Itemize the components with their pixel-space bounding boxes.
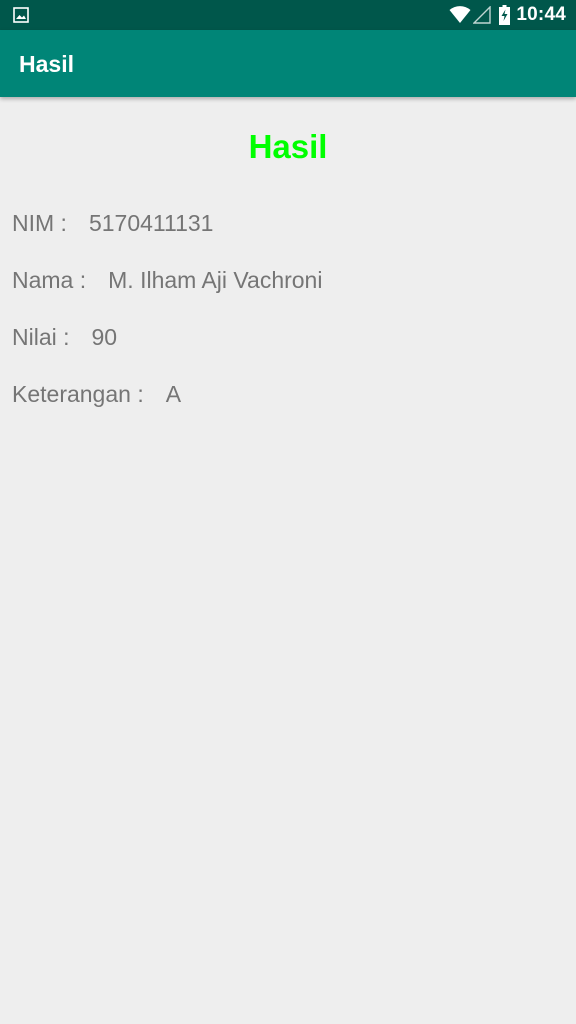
nilai-label: Nilai : [12, 324, 70, 350]
nilai-value: 90 [91, 324, 118, 350]
nilai-row: Nilai : 90 [12, 324, 117, 351]
status-bar: 10:44 [0, 0, 576, 30]
nim-value: 5170411131 [88, 210, 214, 236]
nama-value: M. Ilham Aji Vachroni [108, 267, 323, 293]
gallery-icon [13, 7, 29, 23]
keterangan-value: A [165, 381, 182, 407]
battery-charging-icon [499, 5, 511, 25]
signal-icon [473, 6, 492, 24]
nama-row: Nama : M. Ilham Aji Vachroni [12, 267, 322, 294]
keterangan-row: Keterangan : A [12, 381, 181, 408]
status-clock: 10:44 [516, 4, 566, 25]
keterangan-label: Keterangan : [12, 381, 144, 407]
nim-row: NIM : 5170411131 [12, 210, 213, 237]
nama-label: Nama : [12, 267, 87, 293]
app-bar: Hasil [0, 30, 576, 97]
app-bar-title: Hasil [19, 51, 74, 77]
nim-label: NIM : [12, 210, 67, 236]
result-heading: Hasil [248, 128, 328, 165]
wifi-icon [449, 6, 471, 23]
